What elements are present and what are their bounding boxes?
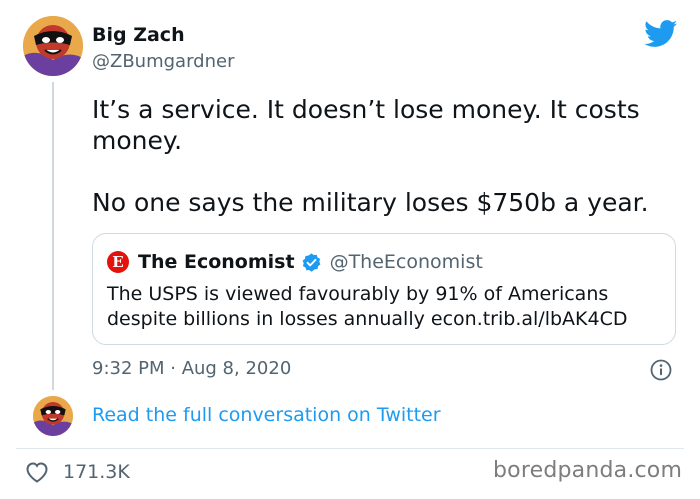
quoted-tweet-card[interactable]: E The Economist @TheEconomist The USPS i… xyxy=(92,233,676,345)
info-icon[interactable] xyxy=(650,359,672,381)
author-avatar[interactable] xyxy=(23,16,83,76)
thread-line xyxy=(52,82,54,390)
quoted-tweet-header: E The Economist @TheEconomist xyxy=(107,250,483,274)
economist-logo-icon: E xyxy=(107,251,129,273)
like-button[interactable]: 171.3K xyxy=(25,459,130,485)
tweet-text: It’s a service. It doesn’t lose money. I… xyxy=(92,94,682,218)
watermark: boredpanda.com xyxy=(493,458,683,483)
divider xyxy=(16,448,684,449)
quoted-author-name: The Economist xyxy=(138,251,295,273)
verified-badge-icon xyxy=(301,252,322,273)
tweet-text-line: It’s a service. It doesn’t lose money. I… xyxy=(92,95,640,155)
author-avatar-small[interactable] xyxy=(33,396,73,436)
like-count: 171.3K xyxy=(63,461,130,483)
author-name[interactable]: Big Zach xyxy=(92,24,185,46)
tweet-timestamp[interactable]: 9:32 PM · Aug 8, 2020 xyxy=(92,358,291,379)
heart-icon[interactable] xyxy=(25,461,49,483)
quoted-tweet-text: The USPS is viewed favourably by 91% of … xyxy=(107,283,628,330)
tweet-text-line: No one says the military loses $750b a y… xyxy=(92,188,649,217)
twitter-bird-icon[interactable] xyxy=(644,20,678,48)
quoted-author-handle: @TheEconomist xyxy=(329,251,483,273)
read-conversation-link[interactable]: Read the full conversation on Twitter xyxy=(92,404,441,426)
author-handle[interactable]: @ZBumgardner xyxy=(92,51,234,72)
